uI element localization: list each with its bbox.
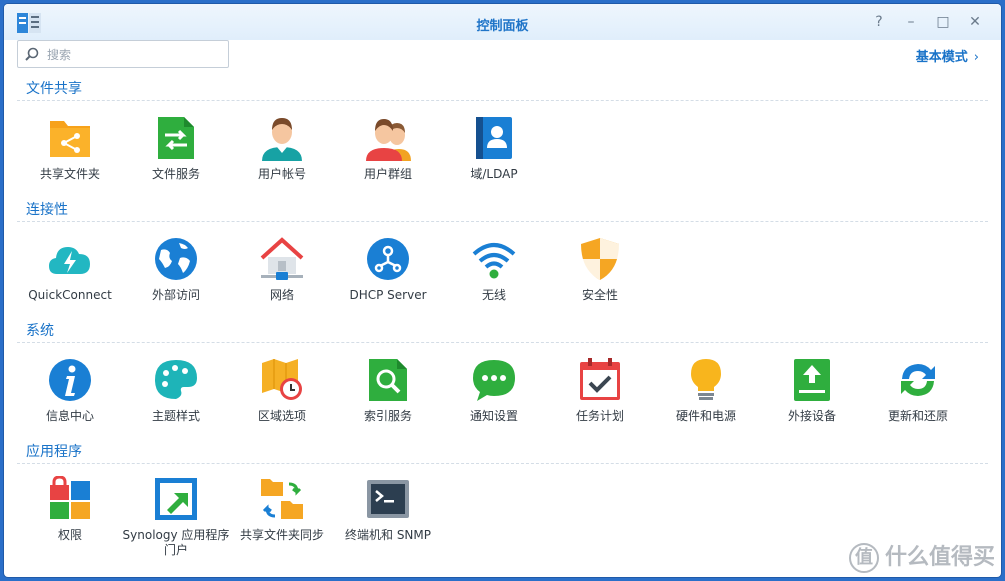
item-dhcp-server[interactable]: DHCP Server [333,236,443,303]
section-divider [17,463,988,464]
item-label: 索引服务 [363,409,412,423]
item-external-devices[interactable]: 外接设备 [757,357,867,424]
item-privileges[interactable]: 权限 [15,476,125,543]
terminal-icon [367,480,409,518]
directory-icon [476,117,512,159]
help-button[interactable]: ? [869,12,889,32]
window-title: 控制面板 [476,19,529,34]
portal-arrow-icon [155,478,197,520]
item-label: 主题样式 [151,409,200,423]
folder-sync-icon [261,479,303,519]
item-label: 共享文件夹同步 [239,528,324,542]
info-icon [49,359,91,401]
search-input[interactable]: 搜索 [17,40,229,68]
watermark-text: 什么值得买 [884,545,995,570]
lightbulb-icon [691,359,721,400]
section-title-file-sharing: 文件共享 [26,81,82,97]
chat-bubble-icon [473,360,515,401]
item-group[interactable]: 用户群组 [333,115,443,182]
cloud-bolt-icon [49,247,90,274]
item-info-center[interactable]: 信息中心 [15,357,125,424]
item-label: 外接设备 [787,409,836,423]
item-label: 权限 [57,528,82,542]
user-icon [262,118,302,161]
item-directory[interactable]: 域/LDAP [439,115,549,182]
index-search-icon [369,359,407,401]
control-panel-window: 控制面板 ? – □ ✕ 搜索 基本模式 › 文件共享 共享文件夹 文件服务 用… [4,4,1001,577]
item-label: 任务计划 [575,409,624,423]
search-placeholder: 搜索 [47,48,72,62]
maximize-button[interactable]: □ [933,12,953,32]
item-application-portal[interactable]: Synology 应用程序门户 [121,476,231,558]
section-title-system: 系统 [26,323,54,339]
item-user[interactable]: 用户帐号 [227,115,337,182]
item-label: DHCP Server [349,288,427,302]
item-label: 硬件和电源 [675,409,736,423]
refresh-icon [901,364,935,396]
section-title-connectivity: 连接性 [26,202,68,218]
item-terminal-snmp[interactable]: 终端机和 SNMP [333,476,443,543]
item-label: 通知设置 [469,409,518,423]
external-device-icon [794,359,830,401]
watermark-logo: 值 [848,543,879,573]
item-network[interactable]: 网络 [227,236,337,303]
shared-folder-icon [50,121,90,157]
section-divider [17,100,988,101]
section-divider [17,221,988,222]
close-button[interactable]: ✕ [965,12,985,32]
item-label: 更新和还原 [887,409,948,423]
item-indexing-service[interactable]: 索引服务 [333,357,443,424]
item-notification[interactable]: 通知设置 [439,357,549,424]
group-icon [366,119,411,161]
section-title-applications: 应用程序 [26,444,82,460]
item-label: 共享文件夹 [39,167,100,181]
palette-icon [155,360,197,399]
dhcp-icon [367,238,409,280]
item-label: 用户帐号 [257,167,306,181]
item-label: Synology 应用程序门户 [122,528,230,557]
search-icon [25,47,39,61]
file-services-icon [158,117,194,159]
item-label: 终端机和 SNMP [345,528,431,542]
item-label: 信息中心 [45,409,94,423]
item-label: 文件服务 [151,167,200,181]
item-label: QuickConnect [28,288,112,302]
item-security[interactable]: 安全性 [545,236,655,303]
section-divider [17,342,988,343]
calendar-check-icon [580,358,620,400]
shield-icon [581,238,619,280]
minimize-button[interactable]: – [901,12,921,32]
wifi-icon [472,243,516,279]
item-label: 域/LDAP [470,167,518,181]
item-wireless[interactable]: 无线 [439,236,549,303]
item-shared-folder-sync[interactable]: 共享文件夹同步 [227,476,337,543]
item-hardware-power[interactable]: 硬件和电源 [651,357,761,424]
basic-mode-label: 基本模式 [915,50,968,65]
item-label: 无线 [481,288,506,302]
item-label: 安全性 [581,288,618,302]
item-shared-folder[interactable]: 共享文件夹 [15,115,125,182]
item-label: 网络 [269,288,294,302]
basic-mode-link[interactable]: 基本模式 › [916,46,979,65]
privileges-grid-icon [50,476,90,519]
item-external-access[interactable]: 外部访问 [121,236,231,303]
item-task-scheduler[interactable]: 任务计划 [545,357,655,424]
item-label: 用户群组 [363,167,412,181]
item-theme[interactable]: 主题样式 [121,357,231,424]
item-file-services[interactable]: 文件服务 [121,115,231,182]
item-update-restore[interactable]: 更新和还原 [863,357,973,424]
watermark: 值什么值得买 [848,539,995,573]
item-regional-options[interactable]: 区域选项 [227,357,337,424]
item-quickconnect[interactable]: QuickConnect [15,236,125,303]
network-house-icon [260,237,304,280]
item-label: 外部访问 [151,288,200,302]
chevron-right-icon: › [973,50,979,65]
title-bar[interactable]: 控制面板 ? – □ ✕ [4,4,1001,40]
globe-icon [155,238,197,280]
item-label: 区域选项 [257,409,306,423]
map-clock-icon [262,359,302,400]
